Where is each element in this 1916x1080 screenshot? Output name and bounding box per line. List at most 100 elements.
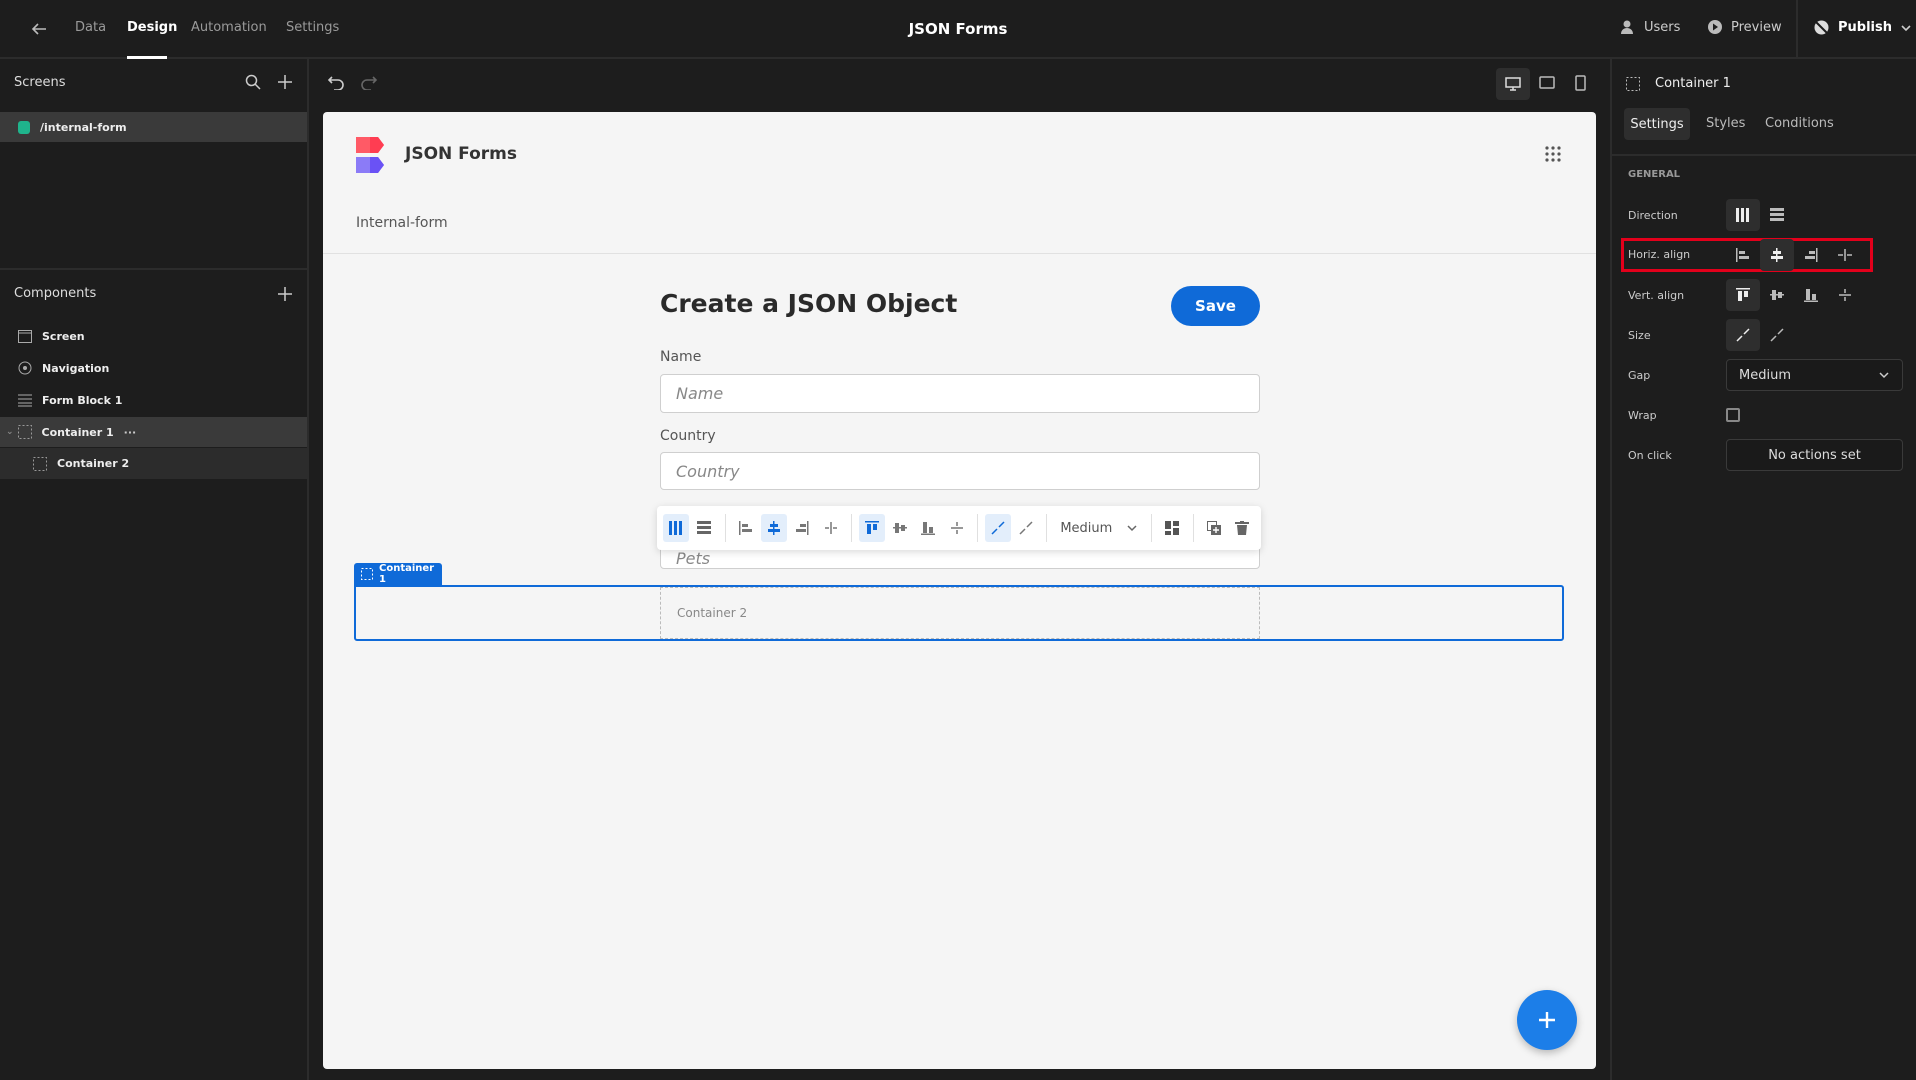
app-name: JSON Forms (405, 144, 517, 164)
left-sidebar (0, 59, 309, 1080)
desktop-icon (1505, 77, 1521, 91)
direction-rows-button[interactable] (1760, 199, 1794, 231)
component-container-1[interactable]: ⌄ Container 1 ··· (0, 417, 307, 447)
duplicate-icon[interactable] (1200, 514, 1226, 542)
section-general: GENERAL (1628, 169, 1681, 180)
divider (323, 253, 1596, 254)
panel-title: Container 1 (1655, 76, 1731, 91)
size-grow-button[interactable] (1013, 514, 1039, 542)
direction-columns-button[interactable] (663, 514, 690, 542)
align-left-button[interactable] (733, 514, 759, 542)
align-center-button[interactable] (1760, 239, 1794, 271)
add-screen-icon[interactable] (277, 74, 293, 90)
country-label: Country (660, 428, 716, 444)
add-component-fab[interactable] (1517, 990, 1577, 1050)
chevron-down-icon (1878, 369, 1890, 381)
app-logo (356, 137, 393, 173)
wrap-checkbox[interactable] (1726, 408, 1740, 422)
tab-design[interactable]: Design (127, 20, 177, 35)
chevron-down-icon[interactable] (1900, 22, 1912, 34)
chevron-down-icon[interactable]: ⌄ (6, 427, 14, 437)
preview-button[interactable]: Preview (1707, 19, 1782, 35)
screen-color-dot (18, 120, 30, 134)
size-grow-button[interactable] (1760, 319, 1794, 351)
component-navigation[interactable]: Navigation (0, 353, 307, 383)
tab-panel-conditions[interactable]: Conditions (1765, 116, 1834, 131)
country-input[interactable]: Country (660, 452, 1260, 490)
align-right-button[interactable] (1794, 239, 1828, 271)
gap-select[interactable]: Medium (1054, 521, 1144, 536)
size-shrink-button[interactable] (1726, 319, 1760, 351)
size-shrink-button[interactable] (984, 514, 1012, 542)
users-icon (1620, 19, 1636, 35)
align-left-button[interactable] (1726, 239, 1760, 271)
components-header: Components (14, 286, 97, 301)
gap-select[interactable]: Medium (1726, 359, 1903, 391)
save-button[interactable]: Save (1171, 286, 1260, 326)
name-label: Name (660, 349, 702, 365)
onclick-actions-button[interactable]: No actions set (1726, 439, 1903, 471)
undo-icon[interactable] (327, 74, 345, 90)
globe-off-icon (1813, 19, 1830, 36)
container-icon (361, 568, 373, 580)
add-component-icon[interactable] (277, 286, 293, 302)
valign-bottom-button[interactable] (1794, 279, 1828, 311)
valign-middle-button[interactable] (1760, 279, 1794, 311)
component-toolbar: Medium (657, 506, 1261, 550)
divider (1796, 0, 1798, 59)
tab-data[interactable]: Data (75, 20, 106, 35)
screen-item-internal-form[interactable]: /internal-form (0, 112, 307, 142)
screen-icon (18, 329, 32, 343)
screens-header: Screens (14, 75, 66, 90)
direction-columns-button[interactable] (1726, 199, 1760, 231)
valign-top-button[interactable] (1726, 279, 1760, 311)
back-arrow-icon[interactable] (30, 20, 48, 38)
component-screen[interactable]: Screen (0, 321, 307, 351)
users-button[interactable]: Users (1620, 19, 1680, 35)
align-stretch-button[interactable] (1828, 239, 1862, 271)
size-label: Size (1628, 329, 1651, 342)
search-icon[interactable] (245, 74, 261, 90)
tab-settings[interactable]: Settings (286, 20, 339, 35)
valign-stretch-button[interactable] (1828, 279, 1862, 311)
tab-panel-settings[interactable]: Settings (1624, 108, 1690, 140)
delete-icon[interactable] (1229, 514, 1255, 542)
direction-rows-button[interactable] (691, 514, 717, 542)
divider (1612, 154, 1916, 156)
valign-top-button[interactable] (858, 514, 885, 542)
align-center-button[interactable] (760, 514, 788, 542)
tab-automation[interactable]: Automation (191, 20, 267, 35)
valign-stretch-button[interactable] (944, 514, 970, 542)
form-block-icon (18, 393, 32, 407)
more-options-icon[interactable]: ··· (124, 426, 137, 439)
component-container-2[interactable]: Container 2 (0, 448, 307, 479)
name-input[interactable]: Name (660, 374, 1260, 413)
nav-link-internal-form[interactable]: Internal-form (356, 215, 448, 231)
mobile-view-icon[interactable] (1575, 75, 1586, 91)
plus-icon (1537, 1010, 1557, 1030)
publish-button[interactable]: Publish (1813, 19, 1912, 36)
component-form-block-1[interactable]: Form Block 1 (0, 385, 307, 415)
chevron-down-icon (1126, 522, 1138, 534)
gap-label: Gap (1628, 369, 1651, 382)
container-icon (33, 456, 47, 471)
align-stretch-button[interactable] (817, 514, 843, 542)
form-title: Create a JSON Object (660, 289, 958, 318)
onclick-label: On click (1628, 449, 1672, 462)
tab-panel-styles[interactable]: Styles (1706, 116, 1745, 131)
valign-middle-button[interactable] (887, 514, 913, 542)
wrap-label: Wrap (1628, 409, 1657, 422)
valign-bottom-button[interactable] (915, 514, 941, 542)
container-1-tag[interactable]: Container 1 (354, 563, 442, 585)
desktop-view-button[interactable] (1496, 68, 1530, 100)
redo-icon[interactable] (360, 74, 378, 90)
vert-align-label: Vert. align (1628, 289, 1685, 302)
align-right-button[interactable] (789, 514, 815, 542)
layout-grid-button[interactable] (1159, 514, 1185, 542)
container-2[interactable]: Container 2 (660, 587, 1260, 639)
navigation-icon (18, 361, 32, 375)
divider (0, 268, 307, 270)
app-grid-icon[interactable] (1545, 146, 1561, 162)
horiz-align-label: Horiz. align (1628, 248, 1691, 261)
tablet-view-icon[interactable] (1539, 76, 1555, 90)
